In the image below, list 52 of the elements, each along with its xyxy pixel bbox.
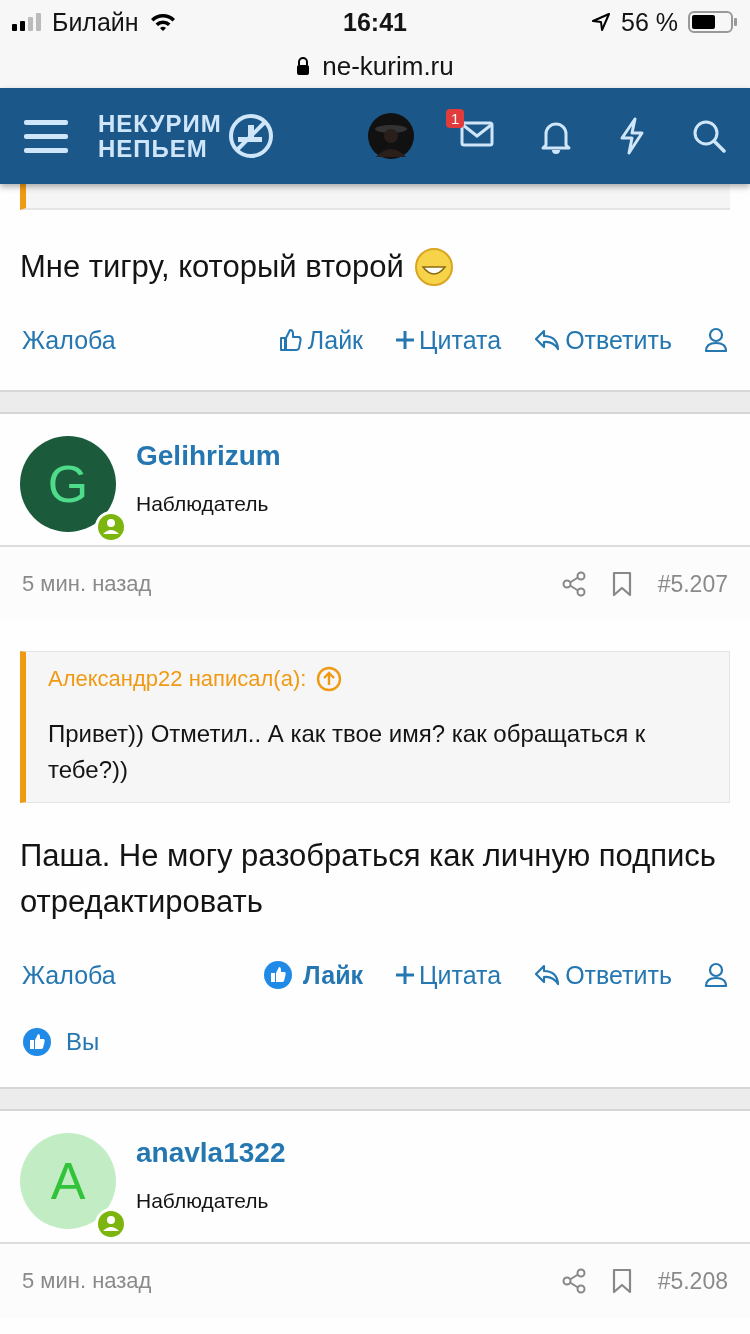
user-role: Наблюдатель [136,1189,270,1213]
user-icon[interactable] [704,327,728,353]
share-icon[interactable] [561,1268,586,1294]
bookmark-icon[interactable] [611,571,632,597]
reply-link[interactable]: Ответить [533,960,672,990]
quote-link[interactable]: Цитата [395,325,502,355]
logo-text[interactable]: НЕКУРИМ [98,111,222,136]
bookmark-icon[interactable] [611,1268,632,1294]
unread-badge: 1 [446,109,465,128]
user-avatar[interactable] [368,113,414,159]
report-link[interactable]: Жалоба [22,960,116,990]
reply-arrow-icon [533,328,562,352]
share-icon[interactable] [561,571,586,597]
thumbs-up-icon [22,1027,52,1057]
carrier-name: Билайн [52,7,139,37]
like-button[interactable]: Лайк [263,960,364,990]
liked-by-link[interactable]: Вы [66,1028,100,1056]
post-text: Мне тигру, который второй [20,248,404,286]
quote-text: Привет)) Отметил.. А как твое имя? как обращаться к тебе?)) [48,719,647,785]
clock-time: 16:41 [343,7,407,37]
thumbs-up-icon [277,327,304,353]
avatar-letter[interactable]: G [20,436,116,532]
quote-link[interactable]: Цитата [395,960,502,990]
post-time: 5 мин. назад [22,571,152,597]
thumbs-up-icon [263,960,294,990]
signal-icon [12,13,42,31]
user-role: Наблюдатель [136,492,270,516]
post-time: 5 мин. назад [22,1268,152,1294]
mail-icon[interactable] [460,121,494,147]
menu-icon[interactable] [24,118,68,154]
report-link[interactable]: Жалоба [22,325,116,355]
logo-text[interactable]: НЕПЬЕМ [98,136,222,161]
user-icon[interactable] [704,962,728,988]
lock-icon [296,57,311,75]
url-text[interactable]: ne-kurim.ru [322,50,454,82]
no-smoking-icon[interactable] [227,113,274,159]
post-text: Паша. Не могу разобраться как личную подпись отредактировать [19,837,717,921]
plus-icon [395,965,416,985]
grin-emoji-icon [413,247,454,287]
search-icon[interactable] [692,119,726,153]
reply-link[interactable]: Ответить [533,325,672,355]
like-button[interactable]: Лайк [277,325,364,355]
reply-arrow-icon [533,963,562,987]
post-number-link[interactable]: #5.208 [657,1267,728,1295]
post-number-link[interactable]: #5.207 [657,570,728,598]
username-link[interactable]: anavla1322 [136,1137,286,1169]
location-arrow-icon [591,12,611,32]
battery-icon [688,11,738,33]
plus-icon [395,330,416,350]
username-link[interactable]: Gelihrizum [136,440,281,472]
battery-percent: 56 % [621,7,678,37]
lightning-icon[interactable] [618,117,646,155]
